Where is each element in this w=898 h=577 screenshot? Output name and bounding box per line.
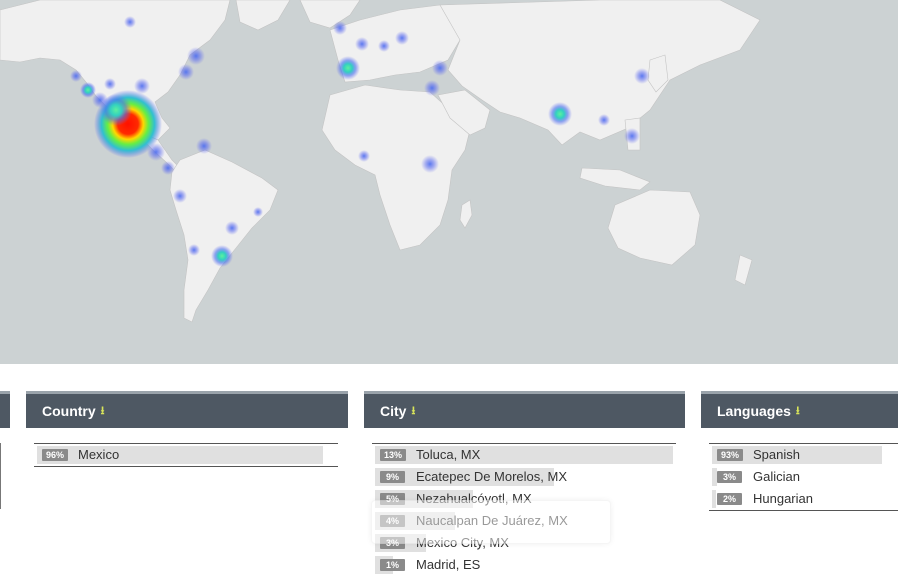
- item-label: Galician: [753, 469, 800, 484]
- partial-panel-border: [0, 443, 1, 509]
- city-panel: City ⭳: [364, 391, 685, 428]
- item-label: Ecatepec De Morelos, MX: [416, 469, 568, 484]
- country-list: 96% Mexico: [34, 443, 338, 467]
- item-label: Spanish: [753, 447, 800, 462]
- percent-badge: 2%: [717, 493, 742, 505]
- item-label: Hungarian: [753, 491, 813, 506]
- country-panel-title: Country: [42, 403, 96, 419]
- percent-badge: 93%: [717, 449, 744, 461]
- percent-badge: 96%: [42, 449, 69, 461]
- languages-panel-header: Languages ⭳: [701, 391, 898, 428]
- world-map: [0, 0, 898, 364]
- list-item[interactable]: 93% Spanish: [709, 444, 898, 466]
- list-item[interactable]: 2% Hungarian: [709, 488, 898, 510]
- percent-badge: 3%: [717, 471, 742, 483]
- country-panel-header: Country ⭳: [26, 391, 348, 428]
- download-icon[interactable]: ⭳: [101, 402, 105, 421]
- city-panel-header: City ⭳: [364, 391, 685, 428]
- languages-panel: Languages ⭳: [701, 391, 898, 428]
- partial-panel-header: [0, 391, 10, 428]
- download-icon[interactable]: ⭳: [796, 402, 800, 421]
- list-item[interactable]: 13% Toluca, MX: [372, 444, 676, 466]
- city-panel-title: City: [380, 403, 407, 419]
- item-label: Madrid, ES: [416, 557, 481, 572]
- percent-badge: 13%: [380, 449, 407, 461]
- country-panel: Country ⭳: [26, 391, 348, 428]
- list-item[interactable]: 96% Mexico: [34, 444, 338, 466]
- list-item[interactable]: 9% Ecatepec De Morelos, MX: [372, 466, 676, 488]
- bar-fill: [712, 490, 716, 508]
- download-icon[interactable]: ⭳: [411, 402, 415, 421]
- item-label: Mexico: [78, 447, 120, 462]
- heat-map[interactable]: [0, 0, 898, 364]
- percent-badge: 1%: [380, 559, 405, 571]
- list-item[interactable]: 3% Galician: [709, 466, 898, 488]
- list-item[interactable]: 1% Madrid, ES: [372, 554, 676, 576]
- percent-badge: 9%: [380, 471, 405, 483]
- map-tooltip: [371, 500, 611, 544]
- languages-list: 93% Spanish 3% Galician 2% Hungarian: [709, 443, 898, 511]
- item-label: Toluca, MX: [416, 447, 481, 462]
- languages-panel-title: Languages: [717, 403, 791, 419]
